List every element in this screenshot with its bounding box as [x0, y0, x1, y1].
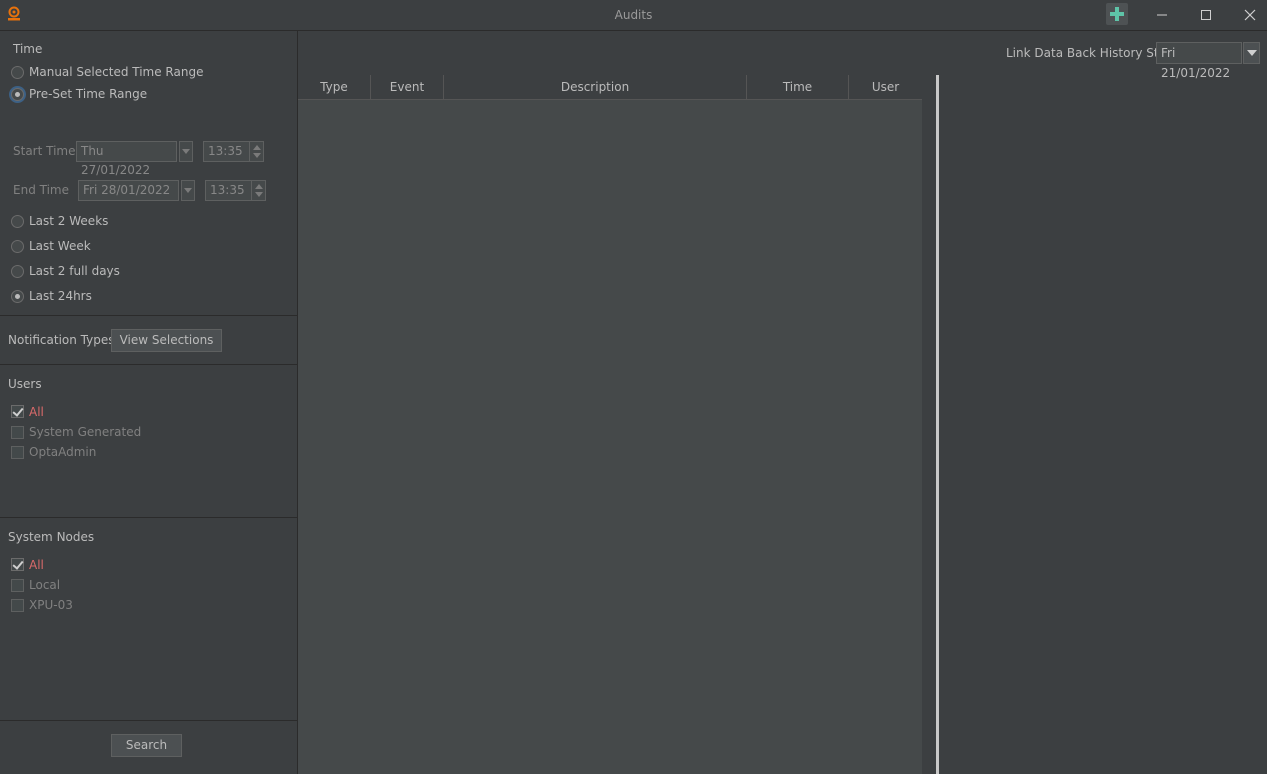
- preset-label[interactable]: Last 2 full days: [29, 264, 120, 278]
- close-icon: [1244, 9, 1256, 21]
- view-selections-button[interactable]: View Selections: [111, 329, 222, 352]
- users-heading: Users: [8, 377, 42, 391]
- preset-radio[interactable]: [11, 240, 24, 253]
- preset-label[interactable]: Last Week: [29, 239, 91, 253]
- end-date-dropdown[interactable]: [181, 180, 195, 201]
- node-checkbox[interactable]: [11, 579, 24, 592]
- start-time-field[interactable]: 13:35: [203, 141, 250, 162]
- preset-range-label[interactable]: Pre-Set Time Range: [29, 87, 147, 101]
- maximize-button[interactable]: [1184, 0, 1228, 30]
- preset-label[interactable]: Last 2 Weeks: [29, 214, 108, 228]
- end-time-field[interactable]: 13:35: [205, 180, 252, 201]
- minimize-icon: [1157, 14, 1167, 16]
- window-title: Audits: [614, 8, 653, 22]
- panel-splitter[interactable]: [936, 75, 939, 774]
- divider: [0, 364, 297, 365]
- start-date-dropdown[interactable]: [179, 141, 193, 162]
- preset-radio[interactable]: [11, 290, 24, 303]
- user-label[interactable]: OptaAdmin: [29, 445, 96, 459]
- maximize-icon: [1201, 10, 1211, 20]
- end-time-spinner[interactable]: [252, 180, 266, 201]
- divider: [0, 315, 297, 316]
- column-header-user[interactable]: User: [849, 75, 922, 99]
- notification-types-label: Notification Types: [8, 333, 115, 347]
- close-button[interactable]: [1228, 0, 1267, 30]
- user-label[interactable]: All: [29, 405, 44, 419]
- start-time-label: Start Time: [13, 144, 76, 158]
- column-header-description[interactable]: Description: [444, 75, 747, 99]
- user-checkbox[interactable]: [11, 405, 24, 418]
- plus-icon: [1110, 7, 1124, 21]
- divider: [0, 720, 297, 721]
- preset-label[interactable]: Last 24hrs: [29, 289, 92, 303]
- divider: [0, 517, 297, 518]
- minimize-button[interactable]: [1140, 0, 1184, 30]
- system-nodes-heading: System Nodes: [8, 530, 95, 544]
- node-label[interactable]: Local: [29, 578, 60, 592]
- column-header-event[interactable]: Event: [371, 75, 444, 99]
- preset-radio[interactable]: [11, 265, 24, 278]
- node-checkbox[interactable]: [11, 558, 24, 571]
- time-heading: Time: [13, 42, 43, 56]
- node-checkbox[interactable]: [11, 599, 24, 612]
- user-checkbox[interactable]: [11, 426, 24, 439]
- start-date-field[interactable]: Thu 27/01/2022: [76, 141, 177, 177]
- preset-radio[interactable]: [11, 215, 24, 228]
- history-start-label: Link Data Back History Start: [1006, 46, 1176, 60]
- node-label[interactable]: All: [29, 558, 44, 572]
- end-date-field[interactable]: Fri 28/01/2022: [78, 180, 179, 201]
- preset-range-radio[interactable]: [11, 88, 24, 101]
- start-time-spinner[interactable]: [250, 141, 264, 162]
- end-time-label: End Time: [13, 183, 69, 197]
- add-button[interactable]: [1106, 3, 1128, 25]
- history-start-dropdown[interactable]: [1243, 42, 1260, 64]
- column-header-type[interactable]: Type: [298, 75, 371, 99]
- user-label[interactable]: System Generated: [29, 425, 141, 439]
- search-button[interactable]: Search: [111, 734, 182, 757]
- node-label[interactable]: XPU-03: [29, 598, 73, 612]
- audit-table[interactable]: [298, 75, 922, 774]
- manual-range-label[interactable]: Manual Selected Time Range: [29, 65, 203, 79]
- history-start-field[interactable]: Fri 21/01/2022: [1156, 42, 1242, 80]
- user-checkbox[interactable]: [11, 446, 24, 459]
- manual-range-radio[interactable]: [11, 66, 24, 79]
- column-header-time[interactable]: Time: [747, 75, 849, 99]
